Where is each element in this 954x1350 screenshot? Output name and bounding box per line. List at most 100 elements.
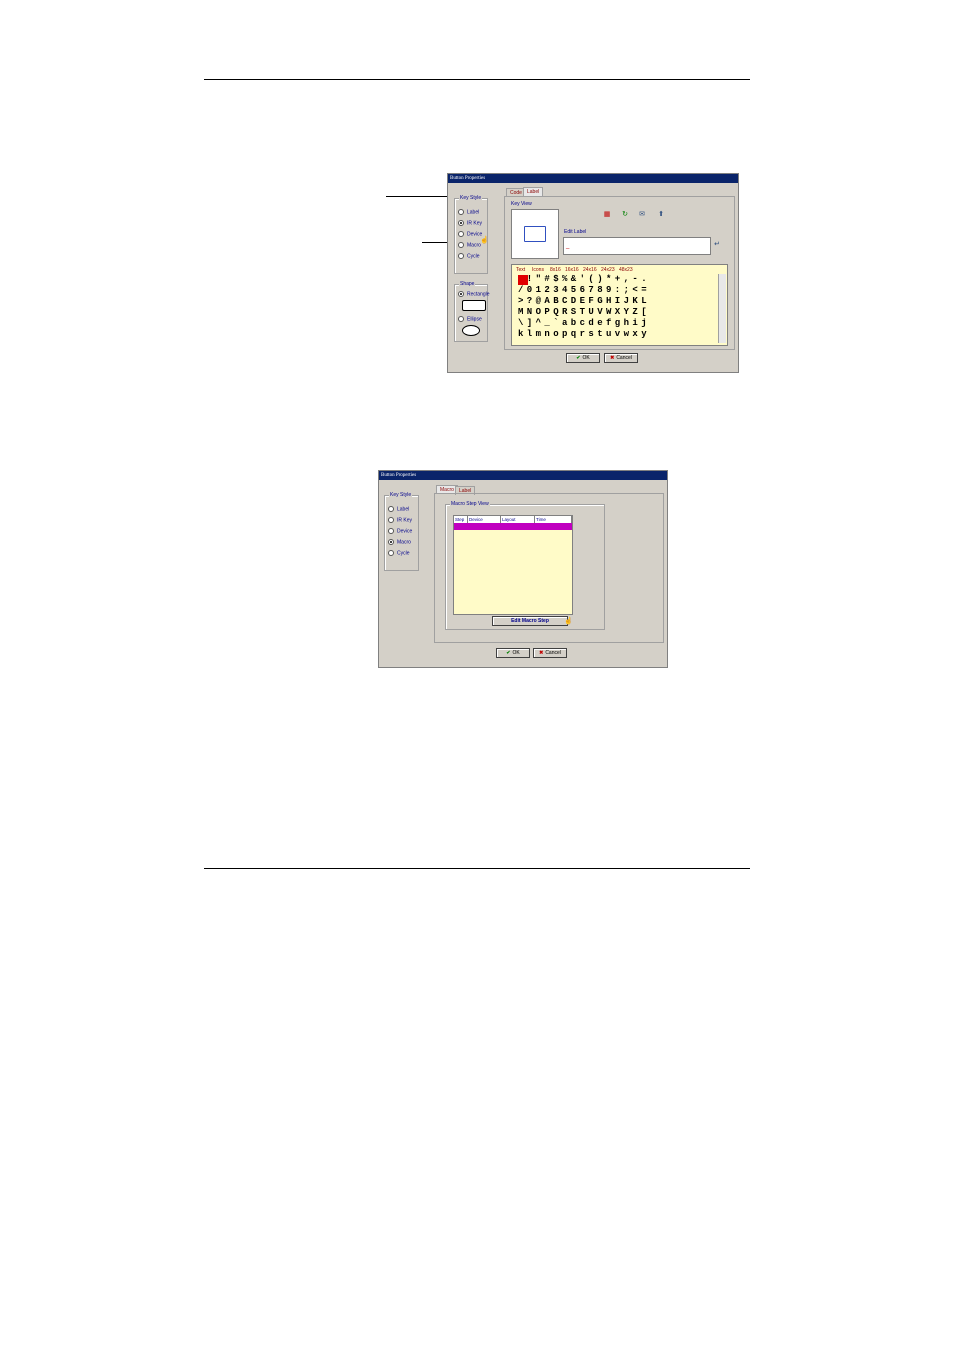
column-header-layout[interactable]: Layout — [501, 516, 535, 523]
radio-button[interactable] — [458, 231, 464, 237]
button-properties-dialog-1: Button Properties Key Style Label IR Key… — [447, 173, 739, 373]
char-tab-48x23[interactable]: 48x23 — [619, 267, 633, 273]
char-row[interactable]: /0123456789:;<= — [518, 285, 650, 295]
radio-label[interactable]: Label — [388, 506, 409, 513]
radio-rectangle-text: Rectangle — [467, 291, 490, 298]
tab-label[interactable]: Label — [523, 187, 544, 196]
char-tab-24x16[interactable]: 24x16 — [583, 267, 597, 273]
edit-label-input[interactable]: _ — [563, 237, 711, 255]
radio-macro-text: Macro — [397, 539, 411, 546]
char-row[interactable]: MNOPQRSTUVWXYZ[ — [518, 307, 650, 317]
radio-cycle[interactable]: Cycle — [458, 253, 480, 260]
radio-rectangle[interactable]: Rectangle — [458, 291, 490, 298]
char-scrollbar[interactable] — [718, 274, 726, 343]
char-tab-text[interactable]: Text — [516, 267, 525, 273]
check-icon: ✔ — [506, 650, 511, 656]
radio-ir-key[interactable]: IR Key — [388, 517, 412, 524]
text-cursor-icon: _ — [566, 243, 570, 249]
header-rule — [204, 79, 750, 80]
enter-icon[interactable]: ↵ — [713, 241, 721, 249]
key-preview-button — [524, 226, 546, 242]
radio-device[interactable]: Device — [458, 231, 482, 238]
edit-label-caption: Edit Label — [564, 229, 587, 235]
rectangle-shape-preview — [462, 300, 486, 311]
column-header-time[interactable]: Time — [535, 516, 572, 523]
ok-button-label: OK — [582, 355, 590, 361]
save-icon[interactable]: ⬆ — [657, 211, 665, 219]
cancel-button[interactable]: ✖ Cancel — [533, 648, 567, 658]
char-row[interactable]: >?@ABCDEFGHIJKL — [518, 296, 650, 306]
radio-ellipse-text: Ellipse — [467, 316, 482, 323]
character-picker: Text Icons 8x16 16x16 24x16 24x23 48x23 … — [511, 264, 728, 346]
radio-ir-key[interactable]: IR Key — [458, 220, 482, 227]
radio-label[interactable]: Label — [458, 209, 479, 216]
char-tab-24x23[interactable]: 24x23 — [601, 267, 615, 273]
radio-button[interactable] — [388, 539, 394, 545]
ellipse-shape-preview — [462, 325, 480, 336]
radio-button[interactable] — [388, 517, 394, 523]
char-row[interactable]: klmnopqrstuvwxy — [518, 329, 650, 339]
mouse-cursor-icon: ☝ — [480, 237, 489, 244]
radio-label-text: Label — [397, 506, 410, 513]
mouse-cursor-icon: ☝ — [564, 618, 573, 625]
ok-button[interactable]: ✔ OK — [496, 648, 530, 658]
radio-ellipse[interactable]: Ellipse — [458, 316, 482, 323]
close-icon: ✖ — [539, 650, 544, 656]
radio-button[interactable] — [458, 209, 464, 215]
radio-button[interactable] — [458, 316, 464, 322]
key-view-preview — [511, 209, 559, 259]
ok-button-label: OK — [512, 650, 520, 656]
cancel-button[interactable]: ✖ Cancel — [604, 353, 638, 363]
color-grid-icon[interactable]: ▦ — [603, 211, 611, 219]
column-header-device[interactable]: Device — [468, 516, 501, 523]
radio-button[interactable] — [388, 506, 394, 512]
radio-button[interactable] — [388, 528, 394, 534]
radio-button[interactable] — [458, 253, 464, 259]
macro-step-table[interactable]: Step Device Layout Time — [453, 515, 573, 615]
radio-button[interactable] — [388, 550, 394, 556]
cancel-button-label: Cancel — [616, 355, 632, 361]
radio-button[interactable] — [458, 291, 464, 297]
table-row[interactable] — [454, 523, 572, 530]
ok-button[interactable]: ✔ OK — [566, 353, 600, 363]
load-icon[interactable]: ✉ — [638, 211, 646, 219]
radio-cycle-text: Cycle — [397, 550, 410, 557]
refresh-icon[interactable]: ↻ — [621, 211, 629, 219]
shape-group: Shape Rectangle Ellipse — [454, 281, 490, 342]
key-style-label: Key Style — [459, 195, 483, 201]
shape-label: Shape — [459, 281, 476, 287]
column-header-step[interactable]: Step — [454, 516, 468, 523]
check-icon: ✔ — [576, 355, 581, 361]
dialog-title: Button Properties — [379, 471, 667, 480]
radio-device-text: Device — [397, 528, 413, 535]
button-properties-dialog-2: Button Properties Macro Label Key Style … — [378, 470, 668, 668]
label-tab-panel: Key View ▦ ↻ ✉ ⬆ Edit Label _ ↵ Text Ico… — [504, 196, 735, 350]
macro-step-view-label: Macro Step View — [450, 501, 490, 507]
radio-device[interactable]: Device — [388, 528, 412, 535]
key-style-label: Key Style — [389, 492, 413, 498]
radio-macro[interactable]: Macro — [388, 539, 411, 546]
cancel-button-label: Cancel — [545, 650, 561, 656]
radio-cycle-text: Cycle — [467, 253, 480, 260]
char-tab-16x16[interactable]: 16x16 — [565, 267, 579, 273]
radio-macro-text: Macro — [467, 242, 481, 249]
radio-button[interactable] — [458, 220, 464, 226]
char-row[interactable]: !"#$%&'()*+,-. — [518, 274, 650, 284]
close-icon: ✖ — [610, 355, 615, 361]
macro-step-view-group: Macro Step View Step Device Layout Time … — [445, 501, 605, 630]
key-view-label: Key View — [511, 201, 532, 207]
dialog-title: Button Properties — [448, 174, 738, 183]
footer-rule — [204, 868, 750, 869]
radio-button[interactable] — [458, 242, 464, 248]
key-style-group: Key Style Label IR Key Device Macro Cycl… — [384, 492, 419, 571]
radio-cycle[interactable]: Cycle — [388, 550, 410, 557]
radio-label-text: Label — [467, 209, 480, 216]
macro-tab-panel: Macro Step View Step Device Layout Time … — [434, 493, 664, 643]
radio-ir-key-text: IR Key — [467, 220, 483, 227]
edit-macro-step-button[interactable]: Edit Macro Step — [492, 616, 568, 626]
char-tab-icons[interactable]: Icons — [532, 267, 544, 273]
radio-macro[interactable]: Macro — [458, 242, 481, 249]
radio-ir-key-text: IR Key — [397, 517, 413, 524]
char-row[interactable]: \]^_`abcdefghij — [518, 318, 650, 328]
char-tab-8x16[interactable]: 8x16 — [550, 267, 561, 273]
